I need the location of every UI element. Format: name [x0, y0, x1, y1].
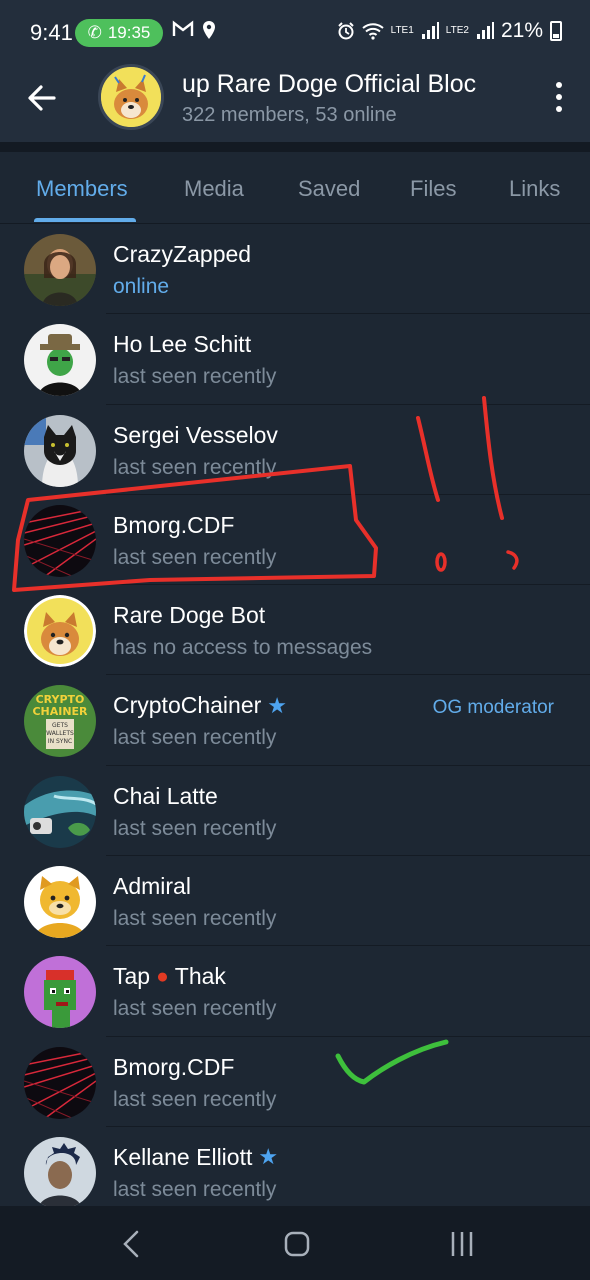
signal-icon — [421, 22, 439, 39]
avatar — [24, 956, 96, 1029]
member-list: CrazyZapped online Ho Lee Schitt last se… — [0, 224, 590, 1217]
member-status: last seen recently — [113, 726, 277, 750]
member-row[interactable]: Bmorg.CDF last seen recently — [0, 495, 590, 586]
member-row[interactable]: CRYPTO CHAINER GETS WALLETS IN SYNC CryptoCh… — [0, 675, 590, 766]
group-title[interactable]: up Rare Doge Official Bloc — [182, 70, 517, 99]
nav-recents-icon[interactable] — [442, 1224, 482, 1264]
member-status: has no access to messages — [113, 636, 373, 660]
ongoing-call-pill[interactable]: ✆ 19:35 — [75, 19, 163, 47]
member-row[interactable]: Kellane Elliott ★ last seen recently — [0, 1127, 590, 1217]
member-name: CrazyZapped — [113, 241, 252, 267]
gmail-icon — [172, 20, 194, 36]
alarm-icon — [337, 22, 354, 40]
avatar-text: IN SYNC — [48, 738, 72, 745]
member-status: last seen recently — [113, 1177, 277, 1201]
active-tab-indicator — [34, 218, 136, 222]
member-count: 322 members, 53 online — [182, 104, 397, 126]
member-status: last seen recently — [113, 907, 277, 931]
tab-links[interactable]: Links — [509, 176, 560, 202]
chat-header: up Rare Doge Official Bloc 322 members, … — [0, 64, 590, 142]
tab-files[interactable]: Files — [410, 176, 456, 202]
phone-icon: ✆ — [87, 23, 102, 42]
member-name: Tap ● Thak — [113, 963, 226, 990]
member-status: last seen recently — [113, 365, 277, 389]
member-name: Rare Doge Bot — [113, 602, 266, 629]
member-name: Ho Lee Schitt — [113, 331, 252, 358]
signal-icon — [476, 22, 494, 39]
member-row[interactable]: Admiral last seen recently — [0, 856, 590, 947]
tomato-icon: ● — [156, 964, 169, 988]
member-row[interactable]: Ho Lee Schitt last seen recently — [0, 314, 590, 405]
avatar — [24, 866, 96, 939]
status-bar: 9:41 ✆ 19:35 LTE1 LTE2 21% — [0, 0, 590, 66]
status-right-icons: LTE1 LTE2 21% — [337, 19, 562, 43]
member-row[interactable]: Tap ● Thak last seen recently — [0, 946, 590, 1037]
member-row[interactable]: Rare Doge Bot has no access to messages — [0, 585, 590, 676]
nav-home-icon[interactable] — [277, 1224, 317, 1264]
avatar-text: CHAINER — [32, 705, 88, 718]
avatar — [24, 324, 96, 397]
member-row[interactable]: CrazyZapped online — [0, 224, 590, 315]
system-nav-bar — [0, 1206, 590, 1280]
star-icon: ★ — [258, 1144, 279, 1170]
tab-media[interactable]: Media — [184, 176, 244, 202]
member-name: Kellane Elliott ★ — [113, 1143, 279, 1170]
member-status: last seen recently — [113, 816, 277, 840]
carrier-1-label: LTE1 — [390, 25, 414, 36]
call-time: 19:35 — [107, 23, 151, 42]
member-row[interactable]: Sergei Vesselov last seen recently — [0, 405, 590, 495]
notification-icons — [172, 20, 216, 40]
avatar — [24, 1136, 96, 1209]
group-avatar[interactable] — [98, 64, 164, 130]
avatar — [24, 414, 96, 487]
avatar — [24, 775, 96, 848]
nav-back-icon[interactable] — [112, 1224, 152, 1264]
avatar — [24, 504, 96, 577]
member-name: Admiral — [113, 873, 191, 900]
member-row[interactable]: Chai Latte last seen recently — [0, 766, 590, 857]
tab-saved[interactable]: Saved — [298, 176, 360, 202]
member-name: CryptoChainer ★ — [113, 692, 288, 719]
member-name: Chai Latte — [113, 782, 218, 809]
wifi-icon — [361, 23, 384, 40]
member-role-badge: OG moderator — [432, 697, 554, 719]
carrier-2-label: LTE2 — [445, 25, 469, 36]
battery-icon — [550, 21, 562, 41]
status-time: 9:41 — [30, 20, 73, 45]
avatar-text: WALLETS — [46, 730, 74, 737]
member-status: last seen recently — [113, 545, 277, 569]
avatar — [24, 234, 96, 306]
battery-percent: 21% — [500, 19, 543, 42]
member-row[interactable]: Bmorg.CDF last seen recently — [0, 1037, 590, 1127]
member-status: last seen recently — [113, 997, 277, 1021]
member-name: Sergei Vesselov — [113, 421, 278, 448]
star-icon: ★ — [267, 692, 288, 718]
profile-tabs: Members Media Saved Files Links — [0, 152, 590, 224]
member-name: Bmorg.CDF — [113, 511, 235, 538]
more-vert-icon[interactable] — [554, 82, 564, 112]
member-name: Bmorg.CDF — [113, 1053, 235, 1080]
avatar-text: GETS — [52, 722, 68, 729]
tab-members[interactable]: Members — [36, 176, 128, 202]
avatar — [24, 1046, 96, 1119]
location-icon — [203, 21, 215, 39]
back-arrow-icon[interactable] — [22, 78, 62, 118]
member-status: online — [113, 275, 170, 298]
avatar — [24, 595, 96, 668]
member-status: last seen recently — [113, 1087, 277, 1111]
member-status: last seen recently — [113, 455, 277, 479]
avatar: CRYPTO CHAINER GETS WALLETS IN SYNC — [24, 685, 96, 758]
header-divider — [0, 142, 590, 152]
